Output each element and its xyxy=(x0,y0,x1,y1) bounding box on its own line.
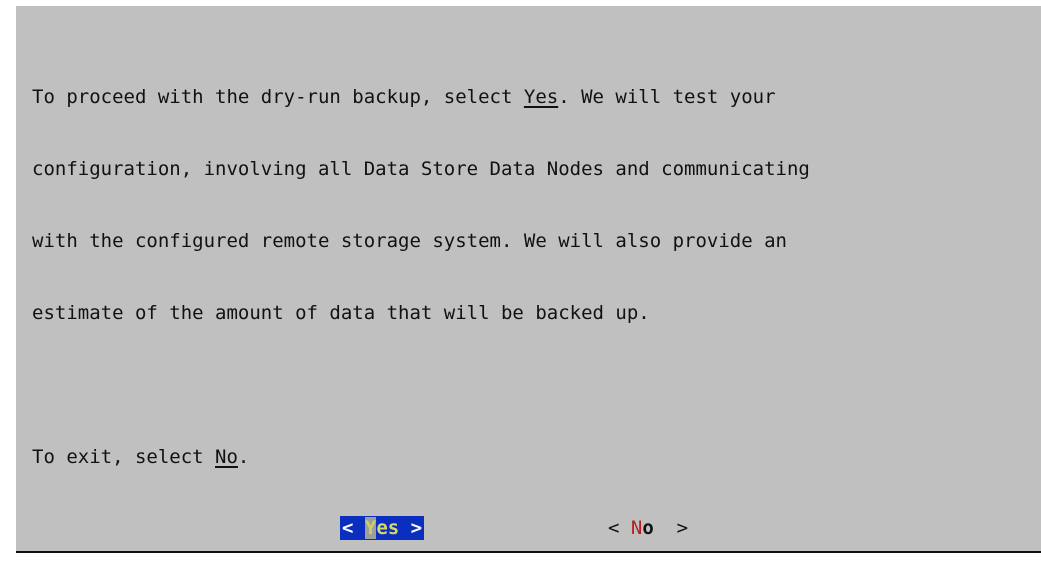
confirmation-dialog: To proceed with the dry-run backup, sele… xyxy=(16,6,1041,553)
button-bar: < Yes > < No > xyxy=(16,516,1041,542)
no-right-bracket: > xyxy=(653,517,689,539)
yes-left-bracket: < xyxy=(342,517,365,539)
message-text: . We will test your xyxy=(558,86,776,108)
message-text: . xyxy=(237,446,250,468)
no-label-rest: o xyxy=(642,517,654,539)
message-text: To proceed with the dry-run backup, sele… xyxy=(32,86,524,108)
message-line-6: To exit, select No. xyxy=(32,445,810,469)
message-line-1: To proceed with the dry-run backup, sele… xyxy=(32,85,810,109)
no-button[interactable]: < No > xyxy=(608,516,688,540)
yes-reference: Yes xyxy=(523,86,559,108)
no-reference: No xyxy=(215,446,238,468)
yes-hotkey: Y xyxy=(364,517,377,539)
message-line-2: configuration, involving all Data Store … xyxy=(32,158,810,180)
message-text: To exit, select xyxy=(32,446,216,468)
message-line-3: with the configured remote storage syste… xyxy=(32,230,787,252)
yes-right-bracket: > xyxy=(399,517,423,539)
dialog-message: To proceed with the dry-run backup, sele… xyxy=(32,37,810,517)
message-line-4: estimate of the amount of data that will… xyxy=(32,302,650,324)
yes-button[interactable]: < Yes > xyxy=(340,516,425,540)
no-left-bracket: < xyxy=(608,517,631,539)
no-hotkey: N xyxy=(630,517,643,539)
yes-label-rest: es xyxy=(376,517,400,539)
